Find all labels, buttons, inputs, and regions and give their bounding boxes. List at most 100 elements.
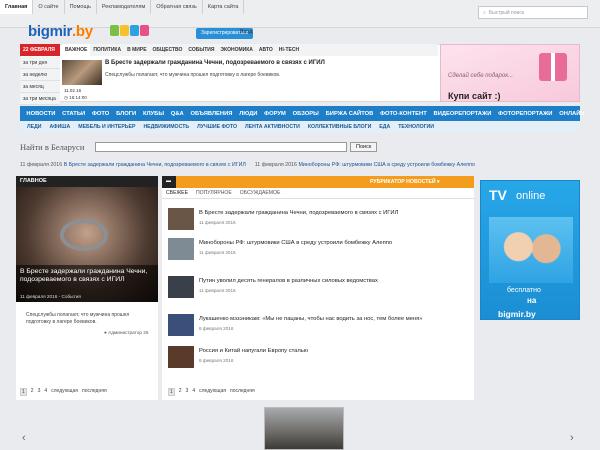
topnav-help[interactable]: Помощь (65, 0, 97, 14)
subnav-best-photo[interactable]: ЛУЧШИЕ ФОТО (193, 124, 241, 130)
tab-discussed[interactable]: ОБСУЖДАЕМОЕ (236, 190, 285, 196)
next-page[interactable]: следующая (51, 388, 78, 396)
nav-news[interactable]: НОВОСТИ (23, 111, 59, 117)
next-page[interactable]: следующая (199, 388, 226, 396)
ticker-link[interactable]: Минобороны РФ: штурмовики США в среду ус… (298, 162, 475, 168)
category-world[interactable]: В МИРЕ (124, 44, 149, 56)
page-3[interactable]: 3 (38, 388, 41, 396)
nav-people[interactable]: ЛЮДИ (236, 111, 261, 117)
subnav-tech[interactable]: ТЕХНОЛОГИИ (394, 124, 438, 130)
couple-photo (489, 217, 573, 283)
subnav-furniture[interactable]: МЕБЕЛЬ И ИНТЕРЬЕР (74, 124, 139, 130)
news-title[interactable]: Россия и Китай напугали Европу сталью (199, 348, 308, 354)
news-title[interactable]: Минобороны РФ: штурмовики США в среду ус… (199, 240, 392, 246)
news-title[interactable]: Путин уволил десять генералов в различны… (199, 278, 378, 284)
nav-forum[interactable]: ФОРУМ (261, 111, 289, 117)
nav-site-exchange[interactable]: БИРЖА САЙТОВ (322, 111, 376, 117)
category-society[interactable]: ОБЩЕСТВО (150, 44, 186, 56)
news-thumbnail[interactable] (168, 314, 194, 336)
news-tabs: СВЕЖЕЕ ПОПУЛЯРНОЕ ОБСУЖДАЕМОЕ (162, 188, 474, 199)
nav-qa[interactable]: Q&A (167, 111, 187, 117)
news-title[interactable]: В Бресте задержали гражданина Чечни, под… (199, 210, 398, 216)
author-name[interactable]: Администратор (108, 330, 142, 335)
site-logo[interactable]: bigmir.by (28, 23, 93, 40)
tv-online-ad[interactable]: TV online бесплатно на bigmir.by (480, 180, 580, 320)
rubricator-dropdown[interactable]: РУБРИКАТОР НОВОСТЕЙ ▾ (370, 176, 440, 188)
news-title[interactable]: Лукашенко мэзэникам: «Мы не пацаны, чтоб… (199, 316, 423, 322)
nav-photo-content[interactable]: ФОТО-КОНТЕНТ (377, 111, 430, 117)
carousel-prev-arrow-icon[interactable]: ‹ (22, 432, 26, 444)
subnav-activity[interactable]: ЛЕНТА АКТИВНОСТИ (241, 124, 304, 130)
category-economy[interactable]: ЭКОНОМИКА (218, 44, 256, 56)
nav-video-reports[interactable]: ВИДЕОРЕПОРТАЖИ (430, 111, 495, 117)
page-1[interactable]: 1 (168, 388, 175, 396)
top-navigation: Главная О сайте Помощь Рекламодателям Об… (0, 0, 245, 14)
subnav-food[interactable]: ЕДА (375, 124, 394, 130)
news-thumbnail[interactable] (168, 346, 194, 368)
page-3[interactable]: 3 (186, 388, 189, 396)
page-2[interactable]: 2 (31, 388, 34, 396)
topnav-sitemap[interactable]: Карта сайта (203, 0, 245, 14)
nav-blogs[interactable]: БЛОГИ (113, 111, 140, 117)
topnav-feedback[interactable]: Обратная связь (151, 0, 203, 14)
category-politics[interactable]: ПОЛИТИКА (90, 44, 124, 56)
finder-button[interactable]: Поиск (350, 142, 378, 152)
nav-photo[interactable]: ФОТО (89, 111, 113, 117)
category-important[interactable]: ВАЖНОЕ (62, 44, 91, 56)
bottom-carousel-image[interactable] (264, 407, 344, 450)
period-month[interactable]: за месяц (20, 81, 60, 93)
news-thumbnail[interactable] (168, 276, 194, 298)
main-story-meta: 11 февраля 2016 - События (20, 294, 81, 299)
page-4[interactable]: 4 (44, 388, 47, 396)
chevron-down-icon: ▾ (437, 179, 440, 185)
last-page[interactable]: последняя (82, 388, 107, 396)
list-item[interactable]: Минобороны РФ: штурмовики США в среду ус… (168, 238, 468, 268)
quick-search-input[interactable]: ⌕ Быстрый поиск (478, 6, 588, 19)
featured-subtitle: Спецслужбы полагают, что мужчина прошел … (105, 72, 281, 78)
last-page[interactable]: последняя (230, 388, 255, 396)
list-item[interactable]: Россия и Китай напугали Европу сталью 8 … (168, 346, 468, 376)
list-item[interactable]: В Бресте задержали гражданина Чечни, под… (168, 208, 468, 238)
nav-reviews[interactable]: ОБЗОРЫ (289, 111, 322, 117)
carousel-next-arrow-icon[interactable]: › (570, 432, 574, 444)
period-3days[interactable]: за три дня (20, 57, 60, 69)
tab-popular[interactable]: ПОПУЛЯРНОЕ (192, 190, 236, 196)
category-auto[interactable]: АВТО (256, 44, 276, 56)
subnav-afisha[interactable]: АФИША (46, 124, 75, 130)
nav-online[interactable]: ОНЛАЙН (556, 111, 588, 117)
user-icon: ● (104, 330, 107, 335)
comments-count[interactable]: 26 (143, 330, 148, 335)
login-link[interactable]: Вход (240, 29, 252, 35)
featured-thumbnail[interactable] (62, 60, 102, 85)
list-item[interactable]: Путин уволил десять генералов в различны… (168, 276, 468, 306)
ticker-link[interactable]: В Бресте задержали гражданина Чечни, под… (64, 162, 246, 168)
news-thumbnail[interactable] (168, 238, 194, 260)
topnav-advertisers[interactable]: Рекламодателям (97, 0, 152, 14)
page-4[interactable]: 4 (192, 388, 195, 396)
tab-fresh[interactable]: СВЕЖЕЕ (162, 190, 192, 196)
subnav-ladies[interactable]: ЛЕДИ (23, 124, 46, 130)
topnav-home[interactable]: Главная (0, 0, 34, 14)
category-hitech[interactable]: HI-TECH (276, 44, 302, 56)
main-story-title[interactable]: В Бресте задержали гражданина Чечни, под… (20, 268, 156, 284)
promo-banner[interactable]: Сделай себе подарок... Купи сайт :) (440, 44, 580, 102)
list-item[interactable]: Лукашенко мэзэникам: «Мы не пацаны, чтоб… (168, 314, 468, 344)
period-3months[interactable]: за три месяца (20, 93, 60, 105)
nav-ads[interactable]: ОБЪЯВЛЕНИЯ (187, 111, 236, 117)
topnav-about[interactable]: О сайте (33, 0, 65, 14)
nav-photo-reports[interactable]: ФОТОРЕПОРТАЖИ (495, 111, 556, 117)
featured-title[interactable]: В Бресте задержали гражданина Чечни, под… (105, 60, 325, 66)
nav-articles[interactable]: СТАТЬИ (59, 111, 89, 117)
subnav-collective-blogs[interactable]: КОЛЛЕКТИВНЫЕ БЛОГИ (304, 124, 375, 130)
page-1[interactable]: 1 (20, 388, 27, 396)
category-events[interactable]: СОБЫТИЯ (185, 44, 217, 56)
list-icon: ▬ (166, 178, 171, 184)
page-2[interactable]: 2 (179, 388, 182, 396)
clock-icon: ◷ (64, 95, 68, 100)
subnav-realty[interactable]: НЕДВИЖИМОСТЬ (139, 124, 193, 130)
period-week[interactable]: за неделю (20, 69, 60, 81)
nav-clubs[interactable]: КЛУБЫ (140, 111, 168, 117)
finder-input[interactable] (95, 142, 347, 152)
news-thumbnail[interactable] (168, 208, 194, 230)
ticker-date: 11 февраля 2016 (20, 162, 63, 168)
